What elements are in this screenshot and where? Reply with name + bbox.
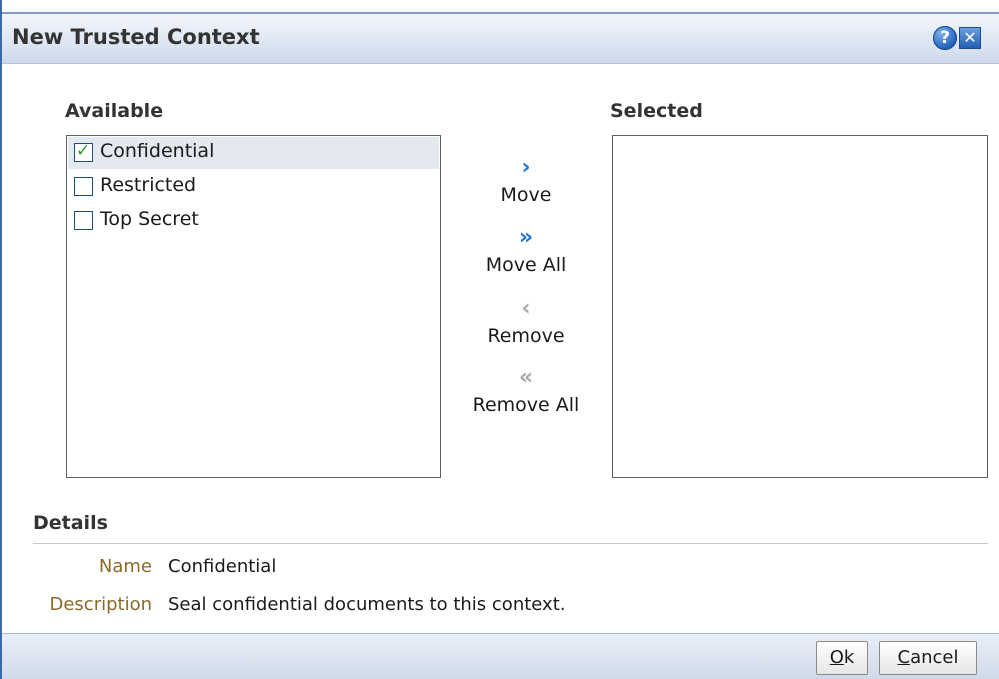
available-label: Available — [65, 100, 164, 122]
checkbox-top-secret[interactable] — [74, 211, 93, 230]
name-value: Confidential — [168, 556, 277, 577]
list-item-confidential[interactable]: ✓ Confidential — [68, 137, 439, 169]
check-icon: ✓ — [76, 141, 91, 161]
remove-icon: ‹ — [521, 296, 531, 321]
move-icon: › — [521, 155, 531, 180]
ok-label-rest: k — [843, 647, 855, 668]
move-button[interactable]: › Move — [466, 156, 586, 210]
remove-all-icon: « — [518, 365, 534, 390]
list-item-label: Confidential — [100, 140, 215, 162]
details-divider — [33, 543, 988, 544]
dialog-titlebar: New Trusted Context ? ✕ — [2, 12, 999, 64]
available-listbox[interactable]: ✓ Confidential Restricted Top Secret — [66, 135, 441, 478]
move-all-icon: » — [518, 225, 534, 250]
list-item-label: Restricted — [100, 174, 197, 196]
name-label: Name — [98, 556, 152, 577]
close-icon[interactable]: ✕ — [959, 27, 981, 49]
dialog-title: New Trusted Context — [12, 25, 260, 49]
ok-mnemonic: O — [829, 647, 844, 668]
list-item-top-secret[interactable]: Top Secret — [68, 205, 439, 237]
cancel-button[interactable]: Cancel — [879, 641, 977, 675]
remove-button[interactable]: ‹ Remove — [466, 297, 586, 351]
remove-all-label: Remove All — [472, 394, 580, 416]
list-item-restricted[interactable]: Restricted — [68, 171, 439, 203]
help-icon[interactable]: ? — [933, 26, 957, 50]
selected-label: Selected — [610, 100, 703, 122]
move-all-label: Move All — [485, 254, 567, 276]
description-label: Description — [49, 594, 152, 615]
checkbox-restricted[interactable] — [74, 177, 93, 196]
details-heading: Details — [33, 512, 108, 534]
list-item-label: Top Secret — [100, 208, 199, 230]
cancel-mnemonic: C — [897, 647, 911, 668]
checkbox-confidential[interactable]: ✓ — [74, 141, 93, 162]
selected-listbox[interactable] — [612, 135, 988, 478]
remove-label: Remove — [487, 325, 565, 347]
ok-button[interactable]: Ok — [816, 641, 868, 675]
description-value: Seal confidential documents to this cont… — [168, 594, 566, 615]
move-label: Move — [500, 184, 552, 206]
move-all-button[interactable]: » Move All — [466, 226, 586, 280]
remove-all-button[interactable]: « Remove All — [466, 366, 586, 420]
cancel-label-rest: ancel — [910, 647, 959, 668]
dialog-footer: Ok Cancel — [2, 633, 999, 679]
